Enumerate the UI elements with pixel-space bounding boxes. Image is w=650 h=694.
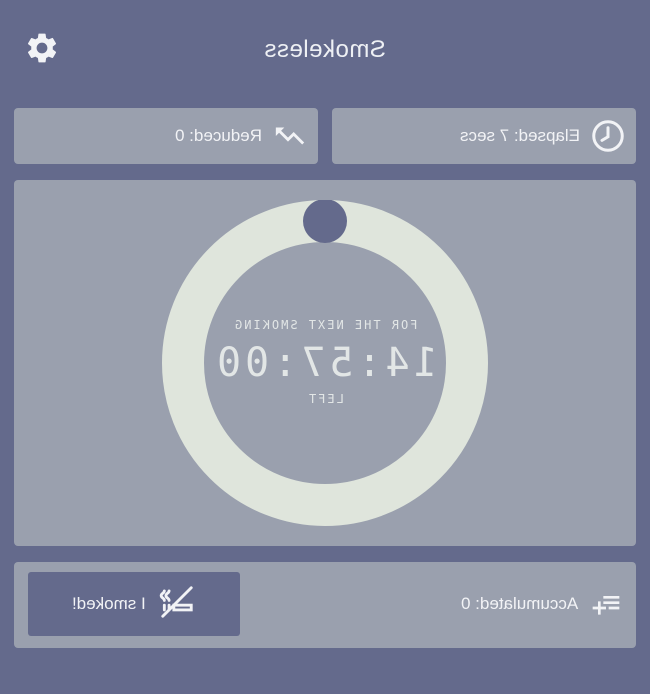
trending-up-icon: [272, 118, 308, 154]
reduced-card: Reduced: 0: [14, 108, 318, 164]
elapsed-card: Elapsed: 7 secs: [332, 108, 636, 164]
reduced-value: Reduced: 0: [175, 126, 262, 145]
app-header: Smokeless: [0, 0, 650, 100]
i-smoked-label: I smoked!: [72, 594, 146, 613]
playlist-add-icon: [588, 586, 624, 622]
bottom-bar: I smoked! Accumulated: 0: [14, 562, 636, 648]
accumulated-section: Accumulated: 0: [461, 586, 624, 622]
app-title: Smokeless: [264, 36, 386, 63]
timer-panel: FOR THE NEXT SMOKING 14:57:00 LEFT: [14, 180, 636, 546]
timer-caption-bottom: LEFT: [306, 392, 344, 406]
timer-caption-top-container: FOR THE NEXT SMOKING: [14, 318, 636, 332]
smoking-icon: [158, 583, 196, 626]
i-smoked-button[interactable]: I smoked!: [28, 572, 240, 636]
app-title-container: Smokeless: [0, 36, 650, 64]
progress-ring-knob: [303, 200, 347, 243]
elapsed-value: Elapsed: 7 secs: [459, 126, 580, 145]
accumulated-value: Accumulated: 0: [460, 594, 578, 613]
clock-icon: [590, 118, 626, 154]
timer-caption-bottom-container: LEFT: [14, 392, 636, 406]
timer-time-left: 14:57:00: [212, 340, 438, 386]
timer-caption-top: FOR THE NEXT SMOKING: [232, 318, 418, 332]
timer-time-container: 14:57:00: [14, 340, 636, 386]
